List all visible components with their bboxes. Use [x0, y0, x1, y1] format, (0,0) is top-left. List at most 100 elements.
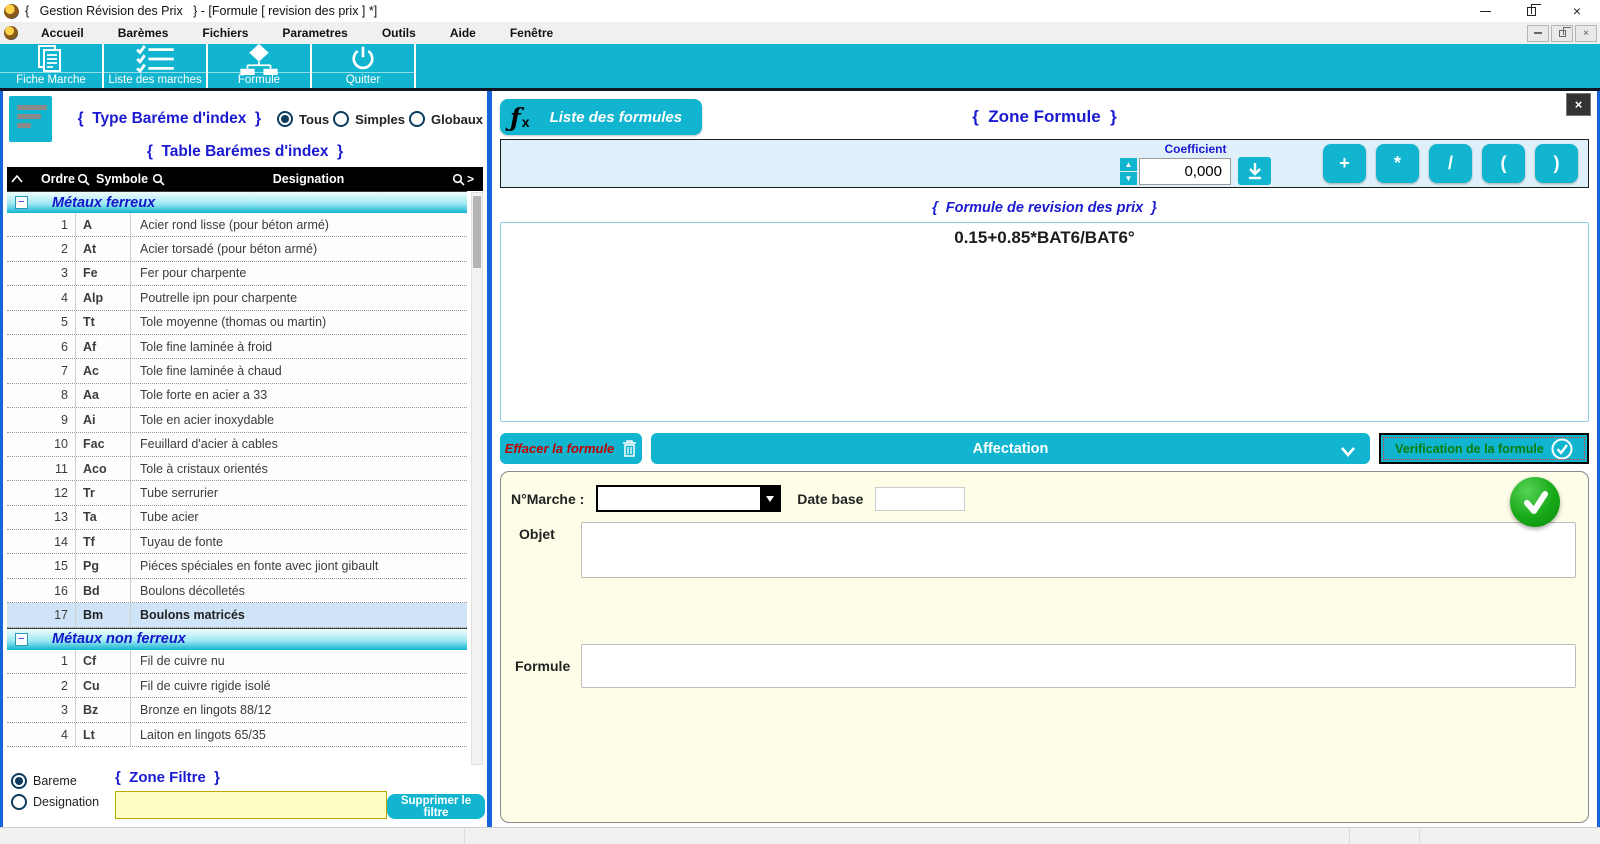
collapse-minus-icon[interactable]: −	[15, 633, 28, 646]
menu-accueil[interactable]: Accueil	[24, 26, 101, 40]
cell-designation: Fer pour charpente	[130, 262, 467, 285]
expand-right-icon[interactable]: >	[467, 172, 483, 186]
spin-up-icon[interactable]: ▲	[1120, 158, 1137, 171]
table-row[interactable]: 17BmBoulons matricés	[7, 603, 467, 627]
cell-designation: Tube serrurier	[130, 481, 467, 504]
coefficient-input[interactable]	[1139, 158, 1231, 185]
menu-baremes[interactable]: Barèmes	[101, 26, 186, 40]
group-name: Métaux ferreux	[52, 195, 155, 211]
date-base-input[interactable]	[875, 487, 965, 511]
close-button[interactable]: ×	[1554, 0, 1600, 22]
table-row[interactable]: 12TrTube serrurier	[7, 481, 467, 505]
scrollbar-thumb[interactable]	[473, 196, 481, 268]
supprimer-filtre-button[interactable]: Supprimer le filtre	[387, 794, 485, 819]
spin-down-icon[interactable]: ▼	[1120, 172, 1137, 185]
operator-button[interactable]: +	[1323, 144, 1366, 183]
bareme-table: − Métaux ferreux 1AAcier rond lisse (pour …	[7, 191, 483, 767]
menu-outils[interactable]: Outils	[365, 26, 433, 40]
radio-icon[interactable]	[11, 794, 27, 810]
search-icon[interactable]	[452, 173, 465, 186]
table-row[interactable]: 1AAcier rond lisse (pour béton armé)	[7, 213, 467, 237]
formula-editor[interactable]: 0.15+0.85*BAT6/BAT6°	[500, 222, 1589, 422]
objet-textarea[interactable]	[581, 522, 1576, 578]
liste-formules-button[interactable]: ƒx Liste des formules	[500, 99, 702, 135]
cell-symbole: Bz	[75, 698, 130, 721]
radio-icon[interactable]	[409, 111, 425, 127]
table-scrollbar[interactable]	[471, 192, 483, 765]
menu-parametres[interactable]: Parametres	[265, 26, 364, 40]
table-row[interactable]: 4AlpPoutrelle ipn pour charpente	[7, 286, 467, 310]
mdi-close-button[interactable]: ×	[1575, 25, 1597, 42]
cell-symbole: Bd	[75, 579, 130, 602]
radio-icon[interactable]	[277, 111, 293, 127]
marche-combobox[interactable]	[596, 485, 781, 512]
group-header[interactable]: − Métaux ferreux	[7, 191, 467, 213]
table-row[interactable]: 2AtAcier torsadé (pour béton armé)	[7, 237, 467, 261]
formule-input[interactable]	[581, 644, 1576, 688]
filter-input[interactable]	[115, 791, 387, 819]
table-row[interactable]: 3FeFer pour charpente	[7, 262, 467, 286]
column-header-ordre[interactable]: Ordre	[27, 172, 75, 186]
operator-buttons: + * / ()	[1323, 144, 1578, 183]
table-row[interactable]: 2CuFil de cuivre rigide isolé	[7, 674, 467, 698]
restore-button[interactable]	[1508, 0, 1554, 22]
group-header[interactable]: − Métaux non ferreux	[7, 628, 467, 650]
collapse-minus-icon[interactable]: −	[15, 196, 28, 209]
type-option-simples[interactable]: Simples	[333, 111, 405, 127]
menu-fenetre[interactable]: Fenêtre	[493, 26, 570, 40]
cell-symbole: Fac	[75, 433, 130, 456]
table-row[interactable]: 7AcTole fine laminée à chaud	[7, 359, 467, 383]
sort-caret-icon[interactable]	[7, 172, 27, 186]
affectation-dropdown[interactable]: Affectation	[651, 433, 1370, 464]
cell-ordre: 1	[7, 218, 75, 232]
panel-close-button[interactable]: ×	[1566, 93, 1591, 116]
operator-button[interactable]: *	[1376, 144, 1419, 183]
column-header-symbole[interactable]: Symbole	[92, 172, 150, 186]
radio-icon[interactable]	[11, 773, 27, 789]
table-row[interactable]: 8AaTole forte en acier a 33	[7, 384, 467, 408]
table-row[interactable]: 13TaTube acier	[7, 506, 467, 530]
cell-designation: Tuyau de fonte	[130, 530, 467, 553]
table-row[interactable]: 4LtLaiton en lingots 65/35	[7, 723, 467, 747]
table-row[interactable]: 5TtTole moyenne (thomas ou martin)	[7, 311, 467, 335]
operator-button[interactable]: )	[1535, 144, 1578, 183]
toolbar-quitter[interactable]: Quitter	[312, 44, 416, 88]
mdi-restore-button[interactable]	[1551, 25, 1573, 42]
type-option-tous[interactable]: Tous	[277, 111, 329, 127]
table-row[interactable]: 9AiTole en acier inoxydable	[7, 408, 467, 432]
hamburger-menu-icon[interactable]	[9, 96, 52, 142]
table-row[interactable]: 10FacFeuillard d'acier à cables	[7, 433, 467, 457]
search-icon[interactable]	[152, 173, 165, 186]
table-row[interactable]: 16BdBoulons décolletés	[7, 579, 467, 603]
search-icon[interactable]	[77, 173, 90, 186]
table-row[interactable]: 14TfTuyau de fonte	[7, 530, 467, 554]
toolbar-formule[interactable]: Formule	[208, 44, 312, 88]
radio-icon[interactable]	[333, 111, 349, 127]
toolbar-liste-des-marches[interactable]: Liste des marches	[104, 44, 208, 88]
cell-ordre: 4	[7, 728, 75, 742]
table-row[interactable]: 3BzBronze en lingots 88/12	[7, 698, 467, 722]
combo-dropdown-button[interactable]	[760, 487, 779, 510]
affectation-label: Affectation	[973, 441, 1049, 457]
operator-button[interactable]: (	[1482, 144, 1525, 183]
minimize-button[interactable]	[1462, 0, 1508, 22]
filter-option-bareme[interactable]: Bareme	[11, 773, 99, 789]
table-row[interactable]: 6AfTole fine laminée à froid	[7, 335, 467, 359]
mdi-minimize-button[interactable]	[1527, 25, 1549, 42]
table-row[interactable]: 1CfFil de cuivre nu	[7, 650, 467, 674]
table-row[interactable]: 11AcoTole à cristaux orientés	[7, 457, 467, 481]
effacer-formule-button[interactable]: Effacer la formule	[500, 433, 642, 464]
column-header-designation[interactable]: Designation	[167, 172, 450, 186]
insert-coefficient-button[interactable]	[1238, 157, 1271, 185]
type-radio-group: TousSimplesGlobaux	[277, 111, 483, 127]
operator-button[interactable]: /	[1429, 144, 1472, 183]
verification-formule-button[interactable]: Verification de la formule	[1379, 433, 1589, 464]
menu-fichiers[interactable]: Fichiers	[185, 26, 265, 40]
cell-symbole: Ai	[75, 408, 130, 431]
type-option-globaux[interactable]: Globaux	[409, 111, 483, 127]
menu-aide[interactable]: Aide	[433, 26, 493, 40]
table-row[interactable]: 15PgPiéces spéciales en fonte avec jiont…	[7, 554, 467, 578]
toolbar-fiche-marche[interactable]: Fiche Marche	[0, 44, 104, 88]
group-name: Métaux non ferreux	[52, 631, 186, 647]
filter-option-designation[interactable]: Designation	[11, 794, 99, 810]
